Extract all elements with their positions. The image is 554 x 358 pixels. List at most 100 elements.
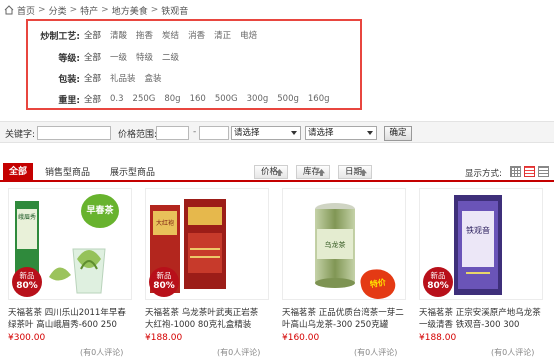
list-view-icon[interactable] [524, 166, 535, 177]
sort-label: 价格 [261, 167, 279, 177]
filter-option[interactable]: 特级 [136, 51, 153, 63]
badge-discount: 80% [153, 281, 175, 291]
product-card[interactable]: 大红袍 新品 80% 天福茗茶 乌龙茶叶武夷正岩茶 大红袍-1000 80克礼盒… [145, 188, 269, 358]
filter-option[interactable]: 一级 [110, 51, 127, 63]
sort-price-button[interactable]: 价格 [254, 165, 288, 179]
filter-row-weight: 重里: 全部 0.3 250G 80g 160 500G 300g 500g 1… [28, 92, 339, 106]
product-image[interactable]: 铁观音 新品 80% [419, 188, 543, 300]
price-range-dash: - [193, 127, 197, 137]
product-name[interactable]: 天福茗茶 四川乐山2011年早春绿茶叶 高山峨眉秀-600 250 [8, 307, 132, 331]
filter-option[interactable]: 全部 [84, 51, 101, 63]
filter-label: 重里: [58, 95, 80, 106]
filter-option[interactable]: 300g [247, 94, 269, 104]
product-name[interactable]: 天福茗茶 乌龙茶叶武夷正岩茶 大红袍-1000 80克礼盒精装 [145, 307, 269, 331]
select-value: 请选择 [308, 128, 334, 138]
chevron-down-icon [291, 131, 297, 135]
new-discount-badge: 新品 80% [12, 267, 42, 297]
badge-new-label: 新品 [156, 271, 172, 280]
confirm-button[interactable]: 确定 [384, 126, 412, 141]
filter-option[interactable]: 盒装 [145, 72, 162, 84]
breadcrumb-item-home[interactable]: 首页 [17, 4, 35, 17]
sort-label: 库存 [303, 167, 321, 177]
box-label: 大红袍 [156, 219, 174, 227]
filter-label: 包装: [58, 74, 80, 85]
filter-option[interactable]: 全部 [84, 93, 101, 105]
filter-select-2[interactable]: 请选择 [305, 126, 377, 140]
filter-option[interactable]: 全部 [84, 29, 101, 41]
home-icon[interactable] [4, 5, 14, 15]
breadcrumb-item-specialty[interactable]: 特产 [80, 4, 98, 17]
product-price: ¥188.00 [145, 333, 183, 343]
new-discount-badge: 新品 80% [423, 267, 453, 297]
keyword-label: 关键字: [5, 130, 36, 140]
product-reviews[interactable]: (有0人评论) [354, 347, 397, 358]
product-reviews[interactable]: (有0人评论) [80, 347, 123, 358]
product-price: ¥188.00 [419, 333, 457, 343]
price-max-input[interactable] [199, 126, 229, 140]
breadcrumb-item-category[interactable]: 分类 [49, 4, 67, 17]
filter-option[interactable]: 250G [133, 94, 156, 104]
product-card[interactable]: 乌龙茶 特价 天福茗茶 正品优质台湾茶一芽二叶高山乌龙茶-300 250克罐 ¥… [282, 188, 406, 358]
breadcrumb-separator: > [38, 5, 46, 15]
filter-row-grade: 等级: 全部 一级 特级 二级 [28, 50, 188, 64]
sort-date-button[interactable]: 日期 [338, 165, 372, 179]
sort-label: 日期 [345, 167, 363, 177]
badge-discount: 80% [16, 281, 38, 291]
filter-option[interactable]: 160 [190, 94, 206, 104]
badge-new-label: 新品 [430, 271, 446, 280]
grid-view-icon[interactable] [510, 166, 521, 177]
filter-row-package: 包装: 全部 礼品装 盒装 [28, 71, 171, 85]
product-name[interactable]: 天福茗茶 正宗安溪原产地乌龙茶一级清香 铁观音-300 300 [419, 307, 543, 331]
badge-discount: 80% [427, 281, 449, 291]
product-reviews[interactable]: (有0人评论) [491, 347, 534, 358]
filter-option[interactable]: 160g [308, 94, 330, 104]
breadcrumb-item-local-food[interactable]: 地方美食 [112, 4, 148, 17]
tab-bar: 全部 销售型商品 展示型商品 价格 库存 日期 显示方式: [0, 163, 554, 182]
tab-all[interactable]: 全部 [3, 163, 33, 182]
product-price: ¥300.00 [8, 333, 46, 343]
filter-panel: 炒制工艺: 全部 清酸 拖香 炭结 消香 清正 电焙 等级: 全部 一级 特级 … [26, 19, 362, 110]
product-image[interactable]: 大红袍 新品 80% [145, 188, 269, 300]
filter-option[interactable]: 炭结 [162, 29, 179, 41]
tab-sales-products[interactable]: 销售型商品 [45, 166, 90, 182]
price-min-input[interactable] [156, 126, 189, 140]
filter-row-process: 炒制工艺: 全部 清酸 拖香 炭结 消香 清正 电焙 [28, 28, 266, 42]
detail-view-icon[interactable] [538, 166, 549, 177]
filter-option[interactable]: 电焙 [240, 29, 257, 41]
tab-display-products[interactable]: 展示型商品 [110, 166, 155, 182]
can-label: 乌龙茶 [325, 240, 346, 249]
filter-option[interactable]: 500G [215, 94, 238, 104]
early-spring-badge: 早春茶 [81, 194, 119, 228]
filter-option[interactable]: 消香 [188, 29, 205, 41]
filter-select-1[interactable]: 请选择 [231, 126, 301, 140]
box-label: 铁观音 [466, 225, 490, 235]
filter-option[interactable]: 礼品装 [110, 72, 136, 84]
filter-option[interactable]: 拖香 [136, 29, 153, 41]
product-image[interactable]: 峨眉秀 早春茶 新品 80% [8, 188, 132, 300]
filter-option[interactable]: 0.3 [110, 94, 124, 104]
keyword-input[interactable] [37, 126, 111, 140]
breadcrumb: 首页 > 分类 > 特产 > 地方美食 > 铁观音 [4, 3, 188, 17]
filter-label: 炒制工艺: [40, 31, 80, 42]
product-card[interactable]: 峨眉秀 早春茶 新品 80% 天福茗茶 四川乐山2011年早春绿茶叶 高山峨眉秀… [8, 188, 132, 358]
sort-stock-button[interactable]: 库存 [296, 165, 330, 179]
breadcrumb-separator: > [150, 5, 159, 15]
breadcrumb-separator: > [101, 5, 109, 15]
search-bar: 关键字: 价格范围: - 请选择 请选择 确定 [0, 121, 554, 143]
product-name[interactable]: 天福茗茶 正品优质台湾茶一芽二叶高山乌龙茶-300 250克罐 [282, 307, 406, 331]
breadcrumb-separator: > [69, 5, 78, 15]
box-label: 峨眉秀 [18, 213, 36, 221]
product-price: ¥160.00 [282, 333, 320, 343]
filter-option[interactable]: 二级 [162, 51, 179, 63]
product-image[interactable]: 乌龙茶 特价 [282, 188, 406, 300]
price-range-label: 价格范围: [118, 130, 158, 140]
product-reviews[interactable]: (有0人评论) [217, 347, 260, 358]
filter-option[interactable]: 500g [277, 94, 299, 104]
filter-option[interactable]: 清正 [214, 29, 231, 41]
filter-label: 等级: [58, 53, 80, 64]
filter-option[interactable]: 80g [164, 94, 180, 104]
new-discount-badge: 新品 80% [149, 267, 179, 297]
filter-option[interactable]: 全部 [84, 72, 101, 84]
product-card[interactable]: 铁观音 新品 80% 天福茗茶 正宗安溪原产地乌龙茶一级清香 铁观音-300 3… [419, 188, 543, 358]
filter-option[interactable]: 清酸 [110, 29, 127, 41]
